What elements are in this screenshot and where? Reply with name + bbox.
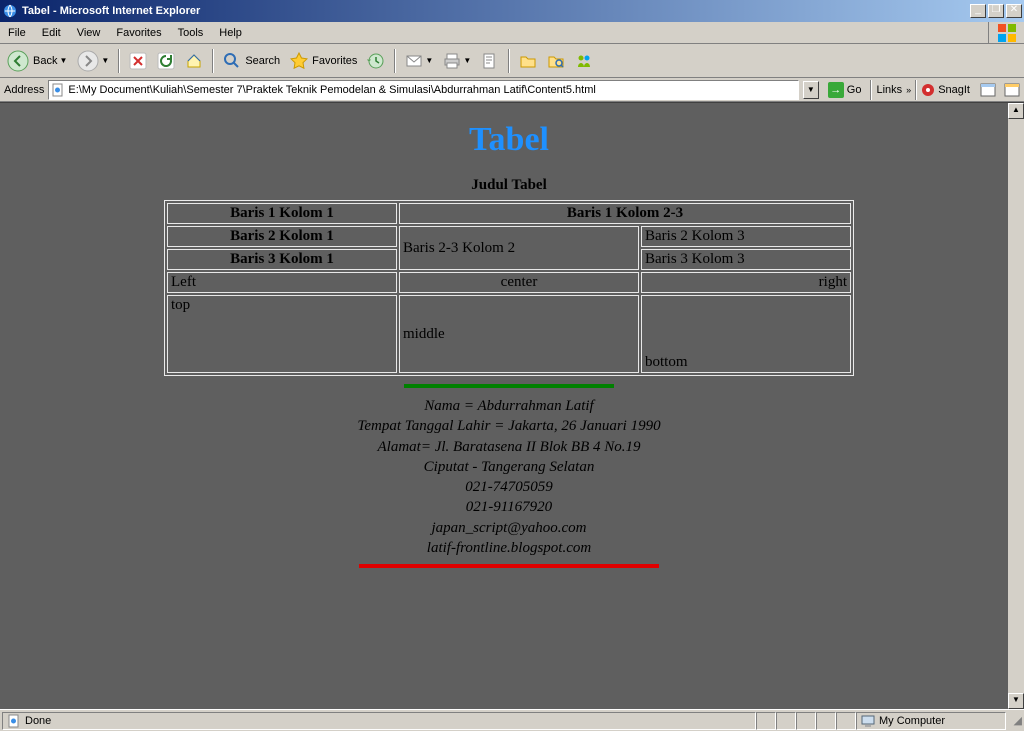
divider-green: [404, 384, 614, 388]
back-button[interactable]: Back ▼: [4, 49, 70, 73]
folder-button[interactable]: [516, 49, 540, 73]
address-input[interactable]: E:\My Document\Kuliah\Semester 7\Praktek…: [48, 80, 798, 100]
cell-right: right: [641, 272, 851, 293]
cell-top: top: [167, 295, 397, 373]
my-computer-icon: [861, 714, 875, 728]
cell-bottom: bottom: [641, 295, 851, 373]
cell-center: center: [399, 272, 639, 293]
links-label[interactable]: Links: [876, 84, 902, 96]
separator: [915, 80, 917, 100]
status-panel: [796, 712, 816, 730]
status-message: Done: [2, 712, 756, 730]
security-zone: My Computer: [856, 712, 1006, 730]
menu-tools[interactable]: Tools: [170, 24, 212, 42]
separator: [118, 49, 120, 73]
menu-edit[interactable]: Edit: [34, 24, 69, 42]
info-kota: Ciputat - Tangerang Selatan: [10, 457, 1008, 477]
info-alamat: Alamat= Jl. Baratasena II Blok BB 4 No.1…: [10, 437, 1008, 457]
chevron-down-icon: ▼: [59, 56, 67, 65]
chevron-down-icon: ▼: [425, 56, 433, 65]
cell-r23c2: Baris 2-3 Kolom 2: [399, 226, 639, 270]
chevron-down-icon: ▼: [101, 56, 109, 65]
done-icon: [7, 714, 21, 728]
close-button[interactable]: ✕: [1006, 4, 1022, 18]
mail-button[interactable]: ▼: [402, 49, 436, 73]
info-telp2: 021-91167920: [10, 497, 1008, 517]
table-caption: Judul Tabel: [10, 177, 1008, 194]
status-panel: [776, 712, 796, 730]
info-blog: latif-frontline.blogspot.com: [10, 538, 1008, 558]
cell-middle: middle: [399, 295, 639, 373]
status-panel: [816, 712, 836, 730]
resize-grip-icon[interactable]: ◢: [1006, 714, 1022, 727]
cell-r3c1: Baris 3 Kolom 1: [167, 249, 397, 270]
refresh-button[interactable]: [154, 49, 178, 73]
snagit-icon[interactable]: SnagIt: [921, 83, 970, 97]
demo-table: Baris 1 Kolom 1 Baris 1 Kolom 2-3 Baris …: [164, 200, 854, 376]
menu-file[interactable]: File: [0, 24, 34, 42]
window-title: Tabel - Microsoft Internet Explorer: [22, 5, 200, 17]
stop-button[interactable]: [126, 49, 150, 73]
favorites-button[interactable]: Favorites: [287, 49, 360, 73]
cell-left: Left: [167, 272, 397, 293]
address-bar: Address E:\My Document\Kuliah\Semester 7…: [0, 78, 1024, 102]
address-value: E:\My Document\Kuliah\Semester 7\Praktek…: [68, 84, 595, 96]
home-button[interactable]: [182, 49, 206, 73]
edit-button[interactable]: [478, 49, 502, 73]
scroll-up-icon[interactable]: ▲: [1008, 103, 1024, 119]
address-dropdown[interactable]: ▼: [803, 81, 819, 99]
chevron-right-icon: »: [906, 85, 911, 95]
info-telp1: 021-74705059: [10, 477, 1008, 497]
cell-r1c23: Baris 1 Kolom 2-3: [399, 203, 851, 224]
menu-view[interactable]: View: [69, 24, 109, 42]
history-button[interactable]: [364, 49, 388, 73]
info-nama: Nama = Abdurrahman Latif: [10, 396, 1008, 416]
chevron-down-icon: ▼: [463, 56, 471, 65]
minimize-button[interactable]: _: [970, 4, 986, 18]
search-button[interactable]: Search: [220, 49, 283, 73]
windows-logo-icon: [988, 22, 1024, 44]
status-panel: [756, 712, 776, 730]
menu-help[interactable]: Help: [211, 24, 250, 42]
restore-button[interactable]: ❐: [988, 4, 1004, 18]
page-icon: [51, 83, 65, 97]
vertical-scrollbar[interactable]: ▲ ▼: [1008, 103, 1024, 709]
cell-r2c1: Baris 2 Kolom 1: [167, 226, 397, 247]
status-bar: Done My Computer ◢: [0, 709, 1024, 731]
info-ttl: Tempat Tanggal Lahir = Jakarta, 26 Janua…: [10, 416, 1008, 436]
go-icon: →: [828, 82, 844, 98]
cell-r3c3: Baris 3 Kolom 3: [641, 249, 851, 270]
separator: [212, 49, 214, 73]
title-bar: Tabel - Microsoft Internet Explorer _ ❐ …: [0, 0, 1024, 22]
menu-bar: File Edit View Favorites Tools Help: [0, 22, 1024, 44]
info-block: Nama = Abdurrahman Latif Tempat Tanggal …: [10, 396, 1008, 558]
separator: [394, 49, 396, 73]
cell-r1c1: Baris 1 Kolom 1: [167, 203, 397, 224]
separator: [508, 49, 510, 73]
go-button[interactable]: → Go: [823, 80, 867, 100]
forward-button[interactable]: ▼: [74, 49, 112, 73]
status-panel: [836, 712, 856, 730]
snagit-profile-icon[interactable]: [1004, 83, 1020, 97]
snagit-window-icon[interactable]: [980, 83, 996, 97]
cell-r2c3: Baris 2 Kolom 3: [641, 226, 851, 247]
print-button[interactable]: ▼: [440, 49, 474, 73]
address-label: Address: [4, 84, 44, 96]
page-heading: Tabel: [10, 121, 1008, 159]
research-button[interactable]: [544, 49, 568, 73]
scroll-down-icon[interactable]: ▼: [1008, 693, 1024, 709]
separator: [870, 80, 872, 100]
ie-icon: [2, 3, 18, 19]
menu-favorites[interactable]: Favorites: [108, 24, 169, 42]
messenger-button[interactable]: [572, 49, 596, 73]
divider-red: [359, 564, 659, 568]
toolbar: Back ▼ ▼ Search Favorites ▼ ▼: [0, 44, 1024, 78]
info-email: japan_script@yahoo.com: [10, 518, 1008, 538]
content-viewport: Tabel Judul Tabel Baris 1 Kolom 1 Baris …: [0, 102, 1024, 709]
